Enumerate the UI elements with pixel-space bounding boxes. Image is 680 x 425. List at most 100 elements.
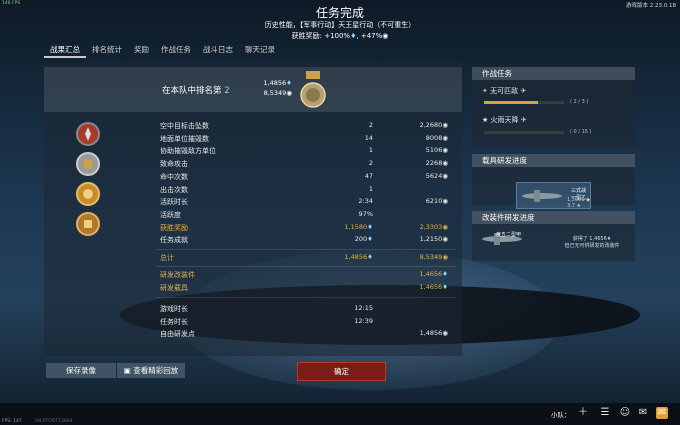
- mission-count: ( 0 / 15 ): [570, 129, 592, 135]
- rank-medal-icon: [300, 71, 326, 108]
- rank-silver-value: 8,5349◉: [263, 89, 292, 97]
- stat-label: 获胜奖励: [160, 223, 188, 232]
- stat-value-rp: 2: [368, 159, 373, 168]
- stat-value-silver: 2,2680◉: [419, 121, 448, 129]
- vehicle-card[interactable]: 三式战一型乙 1,5000 ◆ 3.7 ★: [516, 182, 591, 209]
- mission-fire-rain[interactable]: ★ 火雨天降 ✈: [482, 115, 527, 125]
- stat-label: 任务时长: [160, 317, 188, 326]
- stat-value-rp: 47: [364, 171, 373, 180]
- tab-missions[interactable]: 作战任务: [155, 44, 197, 58]
- mail-icon[interactable]: ✉: [656, 407, 668, 419]
- plane-icon: ✈: [520, 87, 527, 95]
- page-title: 任务完成: [315, 6, 364, 20]
- silver-icon: ◉: [442, 222, 448, 231]
- tab-bar: 战果汇总 排名统计 奖励 作战任务 战斗日志 聊天记录: [44, 44, 281, 58]
- mission-progress-bar: [484, 131, 564, 134]
- tab-chat-log[interactable]: 聊天记录: [239, 44, 281, 58]
- silver-icon: ◉: [442, 197, 448, 206]
- replay-icon: ▣: [123, 366, 134, 375]
- stat-value-rp: 1,1580♦: [344, 222, 373, 231]
- stat-label: 出击次数: [160, 185, 188, 194]
- stat-value-rp: 12:39: [354, 316, 373, 325]
- save-replay-button[interactable]: 保存录像: [46, 363, 116, 378]
- missions-panel-title: 作战任务: [472, 67, 635, 80]
- mission-progress-bar: [484, 101, 564, 104]
- tab-ranking[interactable]: 排名统计: [86, 44, 128, 58]
- silver-icon: ◉: [382, 32, 389, 40]
- rank-label: 在本队中排名第: [162, 86, 222, 96]
- stat-value-rp: 1,4856♦: [344, 253, 373, 261]
- silver-icon: ◉: [442, 329, 448, 337]
- stat-label: 游戏时长: [160, 305, 188, 313]
- mission-unmatched[interactable]: ✦ 无可匹敌 ✈: [482, 86, 526, 96]
- stat-label: 总计: [160, 254, 174, 262]
- aircraft-icon: [522, 190, 562, 202]
- rank-number: 2: [224, 86, 230, 96]
- vehicle-research-panel: 载具研发进度 三式战一型乙 1,5000 ◆ 3.7 ★: [472, 154, 635, 209]
- silver-icon: ◉: [442, 146, 448, 155]
- stat-label: 任务成就: [160, 236, 188, 245]
- mission-subtitle: 历史性能，【军事行动】天王星行动（不可重生）: [264, 21, 416, 29]
- stat-value-rp: 1: [368, 146, 373, 155]
- separator: [156, 249, 456, 250]
- ok-button[interactable]: 确定: [297, 362, 386, 381]
- rank-rp-value: 1,4856♦: [263, 79, 292, 87]
- highlights-replay-button[interactable]: ▣ 查看精彩回放: [117, 363, 185, 378]
- separator: [156, 297, 456, 298]
- rp-icon: ♦: [442, 282, 448, 291]
- vehicle-stats: 1,5000 ◆ 3.7 ★: [567, 197, 590, 209]
- team-rank: 在本队中排名第 2: [162, 84, 230, 96]
- victory-reward: 获胜奖励: +100%♦, +47%◉: [0, 31, 680, 41]
- silver-icon: ◉: [442, 121, 448, 129]
- stat-value-silver: 2268◉: [425, 159, 448, 168]
- server-id: SN:RTOOT13894: [35, 419, 73, 424]
- fps-counter-bottom: FPS: 147: [2, 419, 22, 424]
- silver-icon: ◉: [442, 171, 448, 180]
- add-icon[interactable]: ＋: [577, 407, 589, 419]
- stat-value-silver: 1,4856◉: [419, 329, 448, 337]
- air-kill-medal-icon: [76, 122, 100, 146]
- stat-label: 活跃度: [160, 210, 181, 219]
- bronze-medal-icon: [76, 212, 100, 236]
- reward-extra: , +47%: [356, 32, 383, 40]
- wings-icon: ✦: [482, 87, 488, 95]
- stat-value-silver: 8008◉: [425, 133, 448, 142]
- silver-icon: ◉: [442, 235, 448, 244]
- stat-label: 协助摧毁敌方单位: [160, 147, 216, 156]
- stat-value-silver: 8,5349◉: [419, 253, 448, 261]
- list-icon[interactable]: ☰: [599, 407, 611, 419]
- module-vehicle-name: 疾五二型甲: [496, 232, 522, 238]
- rp-icon: ♦: [442, 270, 448, 278]
- tab-rewards[interactable]: 奖励: [128, 44, 155, 58]
- stat-label: 空中目标击坠数: [160, 122, 209, 130]
- stat-label: 致命攻击: [160, 160, 188, 169]
- research-value: 1,4656♦: [419, 282, 448, 291]
- chat-icon[interactable]: ✉: [637, 407, 649, 419]
- bottom-bar: FPS: 147 SN:RTOOT13894 小队： ＋ ☰ ☺ ✉ ✉: [0, 403, 680, 425]
- rp-icon: ♦: [367, 235, 373, 244]
- stat-value-silver: 5624◉: [425, 171, 448, 180]
- rp-icon: ♦: [367, 222, 373, 231]
- silver-icon: ◉: [442, 253, 448, 261]
- silver-icon: ◉: [442, 159, 448, 168]
- stat-value-rp: 14: [364, 133, 373, 142]
- stat-value-silver: 5106◉: [425, 146, 448, 155]
- silver-icon: ◉: [442, 133, 448, 142]
- stat-value-rp: 1: [368, 184, 373, 193]
- stat-label: 活跃时长: [160, 198, 188, 207]
- stat-value-rp: 12:15: [354, 304, 373, 312]
- friends-icon[interactable]: ☺: [619, 407, 631, 419]
- star-icon: ★: [482, 116, 489, 124]
- stat-value-silver: 1,2150◉: [419, 235, 448, 244]
- stat-value-silver: 6210◉: [425, 197, 448, 206]
- missions-panel: 作战任务 ✦ 无可匹敌 ✈ ( 2 / 3 ) ★ 火雨天降 ✈ ( 0 / 1…: [472, 67, 635, 147]
- gold-medal-icon: [76, 182, 100, 206]
- module-gained: 获得了 1,4656♦: [572, 236, 612, 242]
- mission-count: ( 2 / 3 ): [570, 99, 589, 105]
- stat-label: 自由研发点: [160, 330, 195, 338]
- squad-label: 小队：: [551, 411, 571, 419]
- tab-battle-log[interactable]: 战斗日志: [197, 44, 239, 58]
- tab-summary[interactable]: 战果汇总: [44, 44, 86, 58]
- stat-label: 地面单位摧毁数: [160, 134, 209, 143]
- rp-icon: ♦: [286, 79, 292, 87]
